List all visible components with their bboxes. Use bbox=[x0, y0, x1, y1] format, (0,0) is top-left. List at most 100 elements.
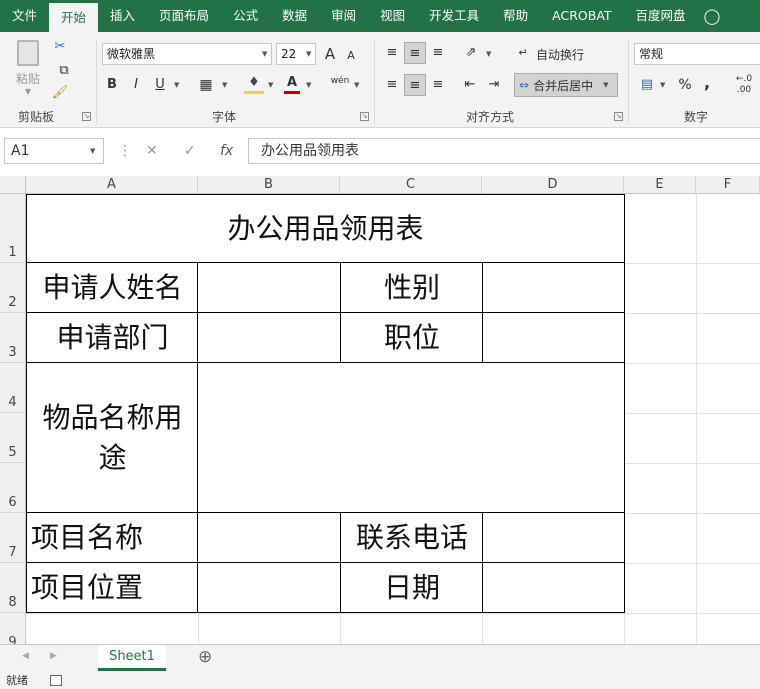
sheet-tab-sheet1[interactable]: Sheet1 bbox=[98, 645, 166, 671]
column-header-f[interactable]: F bbox=[696, 176, 760, 194]
alignment-launcher-icon[interactable]: ↘ bbox=[614, 112, 623, 121]
font-shrink-button[interactable]: A bbox=[344, 45, 358, 67]
add-sheet-button[interactable]: ⊕ bbox=[198, 647, 212, 667]
fill-color-icon[interactable]: ♦ bbox=[244, 72, 264, 94]
font-color-button[interactable]: A bbox=[284, 72, 300, 94]
tab-file[interactable]: 文件 bbox=[0, 0, 49, 32]
align-bottom-icon[interactable]: ≡ bbox=[428, 42, 448, 64]
cell-d2[interactable] bbox=[482, 262, 625, 313]
cell-b3[interactable] bbox=[197, 312, 342, 363]
row-header-8[interactable]: 8 bbox=[0, 563, 26, 613]
cell-b2[interactable] bbox=[197, 262, 342, 313]
divider bbox=[628, 40, 629, 124]
cell-b8[interactable] bbox=[197, 562, 342, 613]
decrease-indent-icon[interactable]: ⇤ bbox=[460, 74, 480, 96]
macro-record-icon[interactable] bbox=[50, 675, 62, 686]
cell-applicant-name[interactable]: 申请人姓名 bbox=[26, 262, 199, 313]
cell-b4-d6[interactable] bbox=[197, 362, 625, 513]
scroll-left-icon[interactable]: ◀ bbox=[22, 651, 29, 661]
increase-decimal-button[interactable]: ←.0 .00 bbox=[728, 74, 760, 96]
cell-date[interactable]: 日期 bbox=[340, 562, 484, 613]
tab-baidu-netdisk[interactable]: 百度网盘 bbox=[624, 0, 698, 32]
paste-button[interactable]: 粘贴 ▼ bbox=[10, 38, 46, 96]
font-grow-button[interactable]: A bbox=[322, 43, 338, 65]
chevron-down-icon: ▼ bbox=[268, 81, 274, 89]
row-header-4[interactable]: 4 bbox=[0, 363, 26, 413]
cancel-entry-button[interactable]: ✕ bbox=[146, 138, 158, 164]
cell-project-location[interactable]: 项目位置 bbox=[26, 562, 199, 613]
row-header-9[interactable]: 9 bbox=[0, 613, 26, 644]
cell-project-name[interactable]: 项目名称 bbox=[26, 512, 199, 563]
align-middle-icon[interactable]: ≡ bbox=[404, 42, 426, 64]
tab-formulas[interactable]: 公式 bbox=[221, 0, 270, 32]
font-name-select[interactable]: 微软雅黑 bbox=[102, 43, 272, 65]
lightbulb-icon[interactable]: ◯ bbox=[704, 7, 721, 25]
chevron-down-icon[interactable]: ▼ bbox=[90, 147, 95, 155]
cut-icon[interactable]: ✂ bbox=[50, 36, 70, 58]
cell-item-purpose[interactable]: 物品名称用途 bbox=[26, 362, 199, 513]
tab-developer[interactable]: 开发工具 bbox=[417, 0, 491, 32]
tab-insert[interactable]: 插入 bbox=[98, 0, 147, 32]
cell-department[interactable]: 申请部门 bbox=[26, 312, 199, 363]
row-header-5[interactable]: 5 bbox=[0, 413, 26, 463]
bold-button[interactable]: B bbox=[104, 74, 120, 96]
align-center-icon[interactable]: ≡ bbox=[404, 74, 426, 96]
scroll-right-icon[interactable]: ▶ bbox=[50, 651, 57, 661]
increase-indent-icon[interactable]: ⇥ bbox=[484, 74, 504, 96]
select-all-corner[interactable] bbox=[0, 176, 26, 194]
chevron-down-icon: ▼ bbox=[603, 81, 609, 89]
cell-position[interactable]: 职位 bbox=[340, 312, 484, 363]
align-top-icon[interactable]: ≡ bbox=[382, 42, 402, 64]
accounting-format-icon[interactable]: ▤ bbox=[636, 74, 658, 96]
cell-d8[interactable] bbox=[482, 562, 625, 613]
align-right-icon[interactable]: ≡ bbox=[428, 74, 448, 96]
tab-acrobat[interactable]: ACROBAT bbox=[540, 0, 623, 32]
name-box[interactable]: A1 bbox=[4, 138, 104, 164]
confirm-entry-button[interactable]: ✓ bbox=[184, 138, 196, 164]
merge-center-button[interactable]: ⇔ 合并后居中 ▼ bbox=[514, 73, 618, 97]
borders-icon[interactable]: ▦ bbox=[196, 74, 216, 96]
formula-input[interactable]: 办公用品领用表 bbox=[248, 138, 760, 164]
cell-contact-phone[interactable]: 联系电话 bbox=[340, 512, 484, 563]
tab-home[interactable]: 开始 bbox=[49, 3, 99, 32]
number-format-select[interactable]: 常规 bbox=[634, 43, 760, 65]
column-header-a[interactable]: A bbox=[26, 176, 198, 194]
font-launcher-icon[interactable]: ↘ bbox=[360, 112, 369, 121]
percent-button[interactable]: % bbox=[676, 74, 694, 96]
tab-data[interactable]: 数据 bbox=[270, 0, 319, 32]
tab-review[interactable]: 审阅 bbox=[319, 0, 368, 32]
align-left-icon[interactable]: ≡ bbox=[382, 74, 402, 96]
wrap-text-icon[interactable]: ↵ bbox=[514, 42, 532, 64]
column-header-d[interactable]: D bbox=[482, 176, 624, 194]
orientation-icon[interactable]: ⇗ bbox=[460, 42, 482, 64]
copy-icon[interactable]: ⧉ bbox=[50, 60, 78, 82]
merge-center-label: 合并后居中 bbox=[533, 78, 594, 93]
tab-help[interactable]: 帮助 bbox=[491, 0, 540, 32]
column-header-b[interactable]: B bbox=[198, 176, 340, 194]
cell-b7[interactable] bbox=[197, 512, 342, 563]
format-painter-icon[interactable]: 🖌 bbox=[50, 82, 70, 104]
clipboard-launcher-icon[interactable]: ↘ bbox=[82, 112, 91, 121]
column-header-e[interactable]: E bbox=[624, 176, 696, 194]
cell-d3[interactable] bbox=[482, 312, 625, 363]
tab-page-layout[interactable]: 页面布局 bbox=[147, 0, 221, 32]
cell-d7[interactable] bbox=[482, 512, 625, 563]
formula-bar: A1 ▼ ⋮ ✕ ✓ fx 办公用品领用表 bbox=[0, 136, 760, 166]
row-header-6[interactable]: 6 bbox=[0, 463, 26, 513]
insert-function-button[interactable]: fx bbox=[220, 138, 233, 164]
row-header-3[interactable]: 3 bbox=[0, 313, 26, 363]
row-header-1[interactable]: 1 bbox=[0, 194, 26, 263]
phonetic-guide-button[interactable]: wén bbox=[328, 70, 352, 92]
column-header-c[interactable]: C bbox=[340, 176, 482, 194]
wrap-text-button[interactable]: 自动换行 bbox=[536, 46, 584, 63]
row-header-7[interactable]: 7 bbox=[0, 513, 26, 563]
chevron-down-icon: ▼ bbox=[174, 81, 180, 89]
chevron-down-icon: ▼ bbox=[24, 87, 32, 96]
comma-button[interactable]: , bbox=[700, 72, 714, 94]
italic-button[interactable]: I bbox=[128, 74, 144, 96]
row-header-2[interactable]: 2 bbox=[0, 263, 26, 313]
underline-button[interactable]: U bbox=[152, 74, 168, 96]
cell-gender[interactable]: 性别 bbox=[340, 262, 484, 313]
tab-view[interactable]: 视图 bbox=[368, 0, 417, 32]
cell-title[interactable]: 办公用品领用表 bbox=[26, 194, 625, 264]
